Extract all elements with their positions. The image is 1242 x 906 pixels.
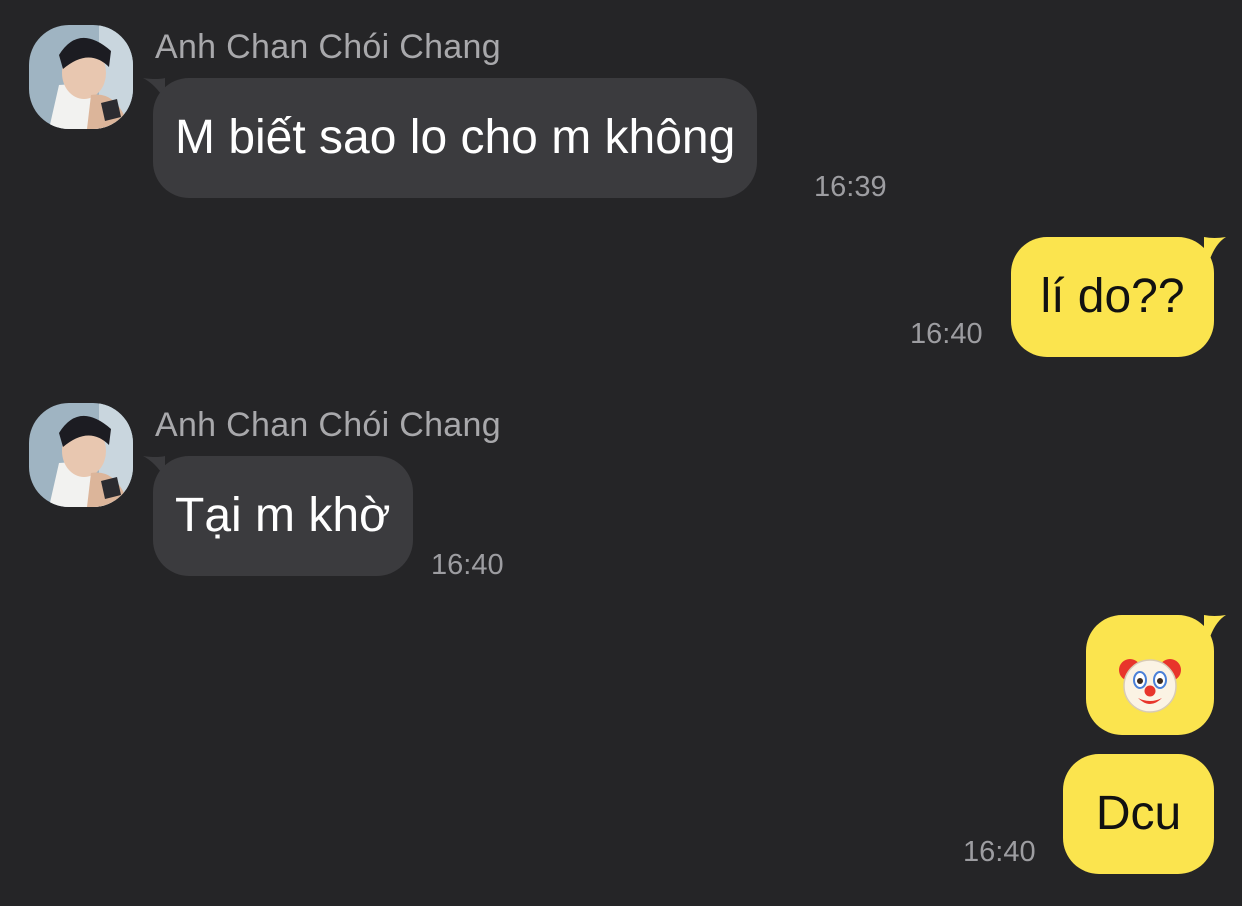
outgoing-message-bubble[interactable]: Dcu [1063, 754, 1214, 874]
avatar-photo [29, 403, 133, 507]
incoming-message-bubble[interactable]: Tại m khờ [153, 456, 413, 576]
message-text: M biết sao lo cho m không [175, 111, 736, 164]
message-text: lí do?? [1040, 270, 1185, 323]
message-text: Dcu [1095, 787, 1182, 840]
sender-name: Anh Chan Chói Chang [155, 28, 501, 66]
bubble-tail-outgoing [1204, 237, 1226, 259]
clown-face-icon [1118, 641, 1182, 714]
message-timestamp: 16:40 [431, 549, 504, 581]
avatar-photo [29, 25, 133, 129]
sender-avatar[interactable] [29, 25, 133, 129]
message-timestamp: 16:40 [963, 836, 1036, 868]
outgoing-emoji-bubble[interactable] [1086, 615, 1214, 735]
message-text: Tại m khờ [175, 489, 391, 542]
bubble-tail-outgoing [1204, 615, 1226, 637]
sender-name: Anh Chan Chói Chang [155, 406, 501, 444]
message-timestamp: 16:40 [910, 318, 983, 350]
message-timestamp: 16:39 [814, 171, 887, 203]
outgoing-message-bubble[interactable]: lí do?? [1011, 237, 1214, 357]
incoming-message-bubble[interactable]: M biết sao lo cho m không [153, 78, 758, 198]
sender-avatar[interactable] [29, 403, 133, 507]
